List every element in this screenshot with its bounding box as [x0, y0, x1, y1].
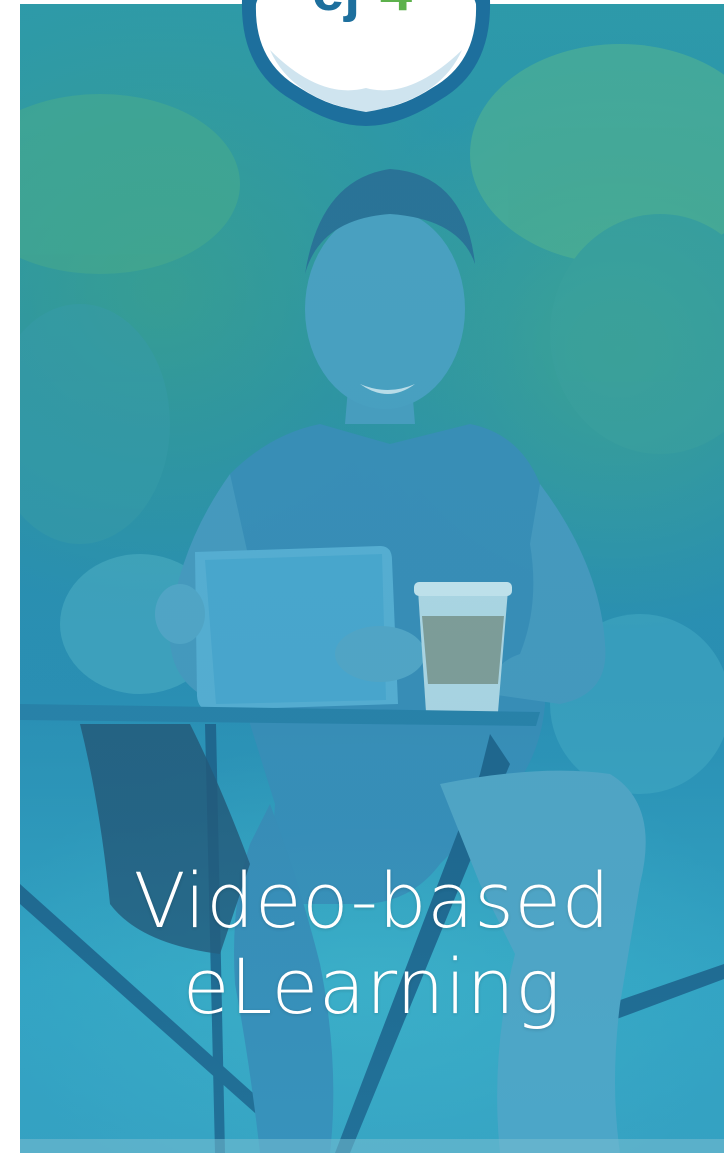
headline-line-1: Video-based — [133, 856, 611, 945]
headline-line-2: eLearning — [182, 942, 562, 1031]
logo-main-text: ej — [312, 0, 360, 23]
footer-strip — [20, 1139, 724, 1153]
logo-accent-text: 4 — [380, 0, 412, 23]
page: ej 4 Video-based eLearning — [0, 0, 724, 1153]
ej4-logo: ej 4 — [241, 0, 491, 126]
headline: Video-based eLearning — [20, 858, 724, 1030]
